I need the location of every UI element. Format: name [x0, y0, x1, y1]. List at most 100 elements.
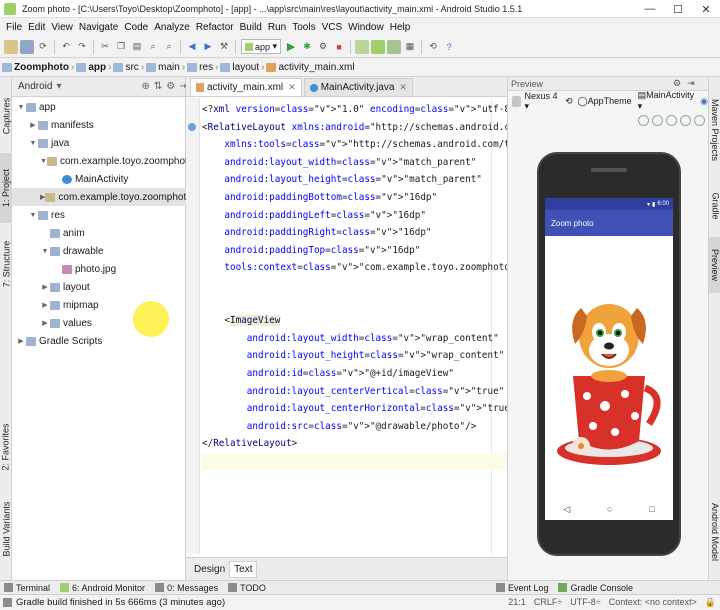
expand-arrow-icon[interactable]: ▼	[28, 212, 38, 219]
save-icon[interactable]	[20, 39, 34, 54]
help-icon[interactable]: ?	[442, 40, 456, 54]
expand-arrow-icon[interactable]: ▶	[28, 121, 38, 129]
project-structure-icon[interactable]: ▦	[403, 40, 417, 54]
tool-gradle-console[interactable]: Gradle Console	[558, 583, 633, 593]
context-indicator[interactable]: Context: <no context>	[609, 597, 697, 608]
tab-favorites[interactable]: 2: Favorites	[0, 407, 12, 487]
back-icon[interactable]: ◀	[185, 40, 199, 54]
forward-icon[interactable]: ▶	[201, 40, 215, 54]
hide-icon[interactable]: ⇥	[687, 78, 695, 89]
tool-todo[interactable]: TODO	[228, 583, 266, 593]
debug-icon[interactable]: ✱	[300, 40, 314, 54]
close-button[interactable]: ✕	[692, 0, 720, 18]
menu-tools[interactable]: Tools	[289, 22, 318, 33]
attach-debugger-icon[interactable]: ⚙	[316, 40, 330, 54]
tab-gradle[interactable]: Gradle	[709, 181, 720, 231]
expand-arrow-icon[interactable]: ▶	[40, 301, 50, 309]
find-icon[interactable]: ⌕	[146, 40, 160, 54]
tree-item[interactable]: photo.jpg	[12, 260, 186, 278]
tree-item[interactable]: anim	[12, 224, 186, 242]
file-encoding[interactable]: UTF-8÷	[570, 597, 600, 608]
tree-item[interactable]: ▼ res	[12, 206, 186, 224]
settings-gear-icon[interactable]: ⚙	[673, 78, 681, 89]
tree-item[interactable]: ▶ manifests	[12, 116, 186, 134]
paste-icon[interactable]: ▤	[130, 40, 144, 54]
expand-arrow-icon[interactable]: ▼	[16, 104, 26, 111]
zoom-in-icon[interactable]	[666, 114, 677, 126]
android-device-monitor-icon[interactable]	[387, 39, 402, 54]
expand-arrow-icon[interactable]: ▼	[28, 140, 38, 147]
menu-run[interactable]: Run	[265, 22, 289, 33]
caret-position[interactable]: 21:1	[508, 597, 526, 608]
redo-icon[interactable]: ↷	[75, 40, 89, 54]
layout-variants-icon[interactable]	[512, 95, 522, 107]
menu-view[interactable]: View	[48, 22, 76, 33]
menu-navigate[interactable]: Navigate	[76, 22, 121, 33]
copy-icon[interactable]: ❐	[114, 40, 128, 54]
tab-text[interactable]: Text	[229, 560, 258, 578]
tree-item[interactable]: MainActivity	[12, 170, 186, 188]
menu-help[interactable]: Help	[387, 22, 414, 33]
tab-build-variants[interactable]: Build Variants	[0, 489, 12, 569]
menu-analyze[interactable]: Analyze	[151, 22, 193, 33]
crumb-src[interactable]: src ›	[113, 62, 144, 73]
maximize-button[interactable]: ☐	[664, 0, 692, 18]
tree-item[interactable]: ▼ app	[12, 98, 186, 116]
tree-item[interactable]: ▼ drawable	[12, 242, 186, 260]
tab-project[interactable]: 1: Project	[0, 153, 12, 223]
tab-preview[interactable]: Preview	[709, 237, 720, 293]
expand-arrow-icon[interactable]: ▶	[40, 283, 50, 291]
tool-terminal[interactable]: Terminal	[4, 583, 50, 593]
tree-item[interactable]: ▼ java	[12, 134, 186, 152]
crumb-project[interactable]: Zoomphoto ›	[2, 62, 74, 73]
tool-event-log[interactable]: Event Log	[495, 583, 548, 593]
zoom-out-icon[interactable]	[680, 114, 691, 126]
device-select[interactable]: Nexus 4 ▾	[524, 91, 558, 112]
tree-item[interactable]: ▶ Gradle Scripts	[12, 332, 186, 350]
code-editor[interactable]: <?xml version=class="v">"1.0" encoding=c…	[202, 101, 507, 471]
sync-icon[interactable]: ⟳	[36, 40, 50, 54]
tree-item[interactable]: ▶com.example.toyo.zoomphoto (androidTest…	[12, 188, 186, 206]
menu-code[interactable]: Code	[121, 22, 151, 33]
menu-file[interactable]: File	[3, 22, 25, 33]
tab-android-model[interactable]: Android Model	[709, 487, 720, 577]
lock-icon[interactable]: 🔒	[705, 597, 716, 608]
crumb-file[interactable]: activity_main.xml	[266, 62, 355, 73]
locale-icon[interactable]: ◉	[700, 96, 708, 107]
line-separator[interactable]: CRLF÷	[534, 597, 562, 608]
settings-gear-icon[interactable]: ⚙	[166, 81, 175, 92]
zoom-actual-icon[interactable]	[652, 114, 663, 126]
tab-structure[interactable]: 7: Structure	[0, 229, 12, 299]
sync-gradle-icon[interactable]: ⟲	[426, 40, 440, 54]
close-tab-icon[interactable]: ✕	[288, 82, 296, 93]
avd-manager-icon[interactable]	[355, 39, 370, 54]
run-config-select[interactable]: app ▾	[241, 39, 282, 54]
target-icon[interactable]: ⊕	[142, 81, 150, 92]
menu-window[interactable]: Window	[345, 22, 387, 33]
open-folder-icon[interactable]	[4, 39, 18, 54]
minimize-button[interactable]: —	[636, 0, 664, 18]
tab-mainactivity-java[interactable]: MainActivity.java ✕	[303, 78, 413, 96]
tab-maven-projects[interactable]: Maven Projects	[709, 85, 720, 175]
zoom-fit-icon[interactable]	[638, 114, 649, 126]
crumb-layout[interactable]: layout ›	[220, 62, 264, 73]
cut-icon[interactable]: ✂	[98, 40, 112, 54]
expand-arrow-icon[interactable]: ▼	[40, 248, 50, 255]
tree-item[interactable]: ▶ layout	[12, 278, 186, 296]
tree-item[interactable]: ▼ com.example.toyo.zoomphoto	[12, 152, 186, 170]
theme-select[interactable]: ◯AppTheme	[578, 96, 632, 107]
expand-arrow-icon[interactable]: ▼	[40, 158, 47, 165]
crumb-res[interactable]: res ›	[187, 62, 218, 73]
crumb-app[interactable]: app ›	[76, 62, 111, 73]
override-marker-icon[interactable]	[188, 123, 196, 131]
menu-edit[interactable]: Edit	[25, 22, 48, 33]
tab-design[interactable]: Design	[190, 562, 229, 577]
crumb-main[interactable]: main ›	[146, 62, 185, 73]
project-view-selector[interactable]: Android ▾ ⊕ ⇅ ⚙ ⇥	[12, 77, 188, 97]
tool-android-monitor[interactable]: 6: Android Monitor	[60, 583, 145, 593]
undo-icon[interactable]: ↶	[59, 40, 73, 54]
replace-icon[interactable]: ⌕	[162, 40, 176, 54]
menu-vcs[interactable]: VCS	[319, 22, 346, 33]
expand-arrow-icon[interactable]: ▶	[16, 337, 26, 345]
menu-refactor[interactable]: Refactor	[193, 22, 237, 33]
